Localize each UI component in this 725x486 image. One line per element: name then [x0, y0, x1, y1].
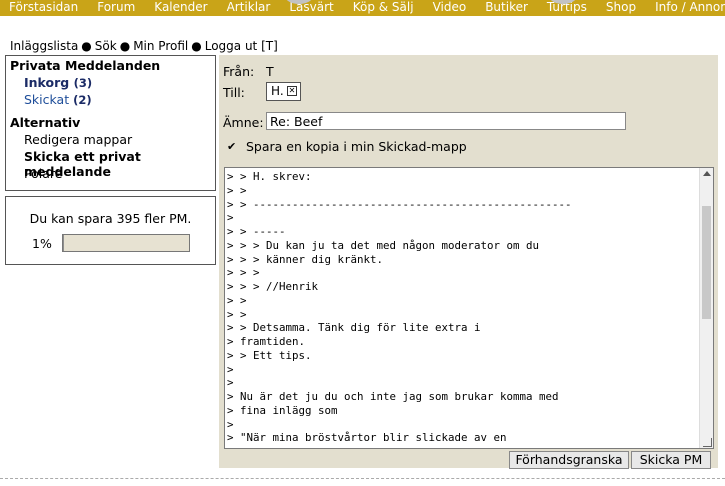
- posts-link[interactable]: Inläggslista: [10, 39, 78, 53]
- send-pm-button[interactable]: Skicka PM: [631, 451, 711, 469]
- nav-item-kalender[interactable]: Kalender: [145, 0, 217, 15]
- user-links: Inläggslista ● Sök ● Min Profil ● Logga ut [T]: [10, 39, 278, 53]
- quota-percent: 1%: [32, 236, 52, 251]
- sidebar-item-friends[interactable]: Polare: [24, 166, 62, 181]
- bullet-icon: ●: [81, 39, 92, 53]
- sidebar-item-inbox[interactable]: Inkorg (3): [24, 75, 92, 90]
- nav-item-artiklar[interactable]: Artiklar: [218, 0, 281, 15]
- subject-input[interactable]: Re: Beef: [266, 112, 626, 130]
- subject-label: Ämne:: [223, 115, 264, 130]
- bullet-icon: ●: [191, 39, 202, 53]
- pm-menu: Privata Meddelanden Inkorg (3) Skickat (…: [5, 55, 216, 191]
- to-label: Till:: [223, 85, 245, 100]
- quota-text: Du kan spara 395 fler PM.: [29, 211, 192, 226]
- footer-divider: [0, 478, 725, 479]
- preview-button[interactable]: Förhandsgranska: [509, 451, 629, 469]
- compose-panel: Från: T Till: H. ✕ Ämne: Re: Beef ✔ Spar…: [219, 55, 718, 469]
- nav-item-info-annonsera[interactable]: Info / Annonsera: [646, 0, 725, 15]
- bullet-icon: ●: [119, 39, 131, 53]
- quota-progress-bar: [62, 234, 190, 252]
- sidebar-item-edit-folders[interactable]: Redigera mappar: [24, 132, 132, 147]
- quota-box: Du kan spara 395 fler PM. 1%: [5, 196, 216, 265]
- remove-recipient-icon[interactable]: ✕: [287, 86, 297, 96]
- recipient-chip[interactable]: H. ✕: [266, 82, 301, 101]
- nav-item-butiker[interactable]: Butiker: [476, 0, 538, 15]
- nav-item-forstasidan[interactable]: Förstasidan: [0, 0, 88, 15]
- profile-link[interactable]: Min Profil: [133, 39, 188, 53]
- recipient-name: H.: [271, 84, 284, 98]
- search-link[interactable]: Sök: [95, 39, 117, 53]
- nav-item-kop-salj[interactable]: Köp & Sälj: [344, 0, 424, 15]
- inbox-label: Inkorg: [24, 75, 70, 90]
- from-value: T: [266, 64, 274, 79]
- scroll-thumb[interactable]: [702, 206, 711, 319]
- message-body-textarea[interactable]: > > H. skrev: > > > > ------------------…: [224, 167, 714, 449]
- sidebar-item-sent[interactable]: Skickat (2): [24, 92, 92, 107]
- save-copy-label[interactable]: Spara en kopia i min Skickad-mapp: [246, 139, 467, 154]
- nav-item-shop[interactable]: Shop: [597, 0, 646, 15]
- inbox-count: (3): [73, 76, 93, 90]
- sent-count: (2): [73, 93, 92, 107]
- pm-heading: Privata Meddelanden: [10, 58, 161, 73]
- from-label: Från:: [223, 64, 255, 79]
- scroll-up-icon[interactable]: [703, 171, 711, 176]
- message-body-text: > > H. skrev: > > > > ------------------…: [227, 170, 572, 445]
- quota-progress-fill: [63, 235, 65, 251]
- logout-link[interactable]: Logga ut [T]: [205, 39, 278, 53]
- save-copy-checkbox[interactable]: ✔: [227, 141, 238, 152]
- resize-grip-icon[interactable]: [703, 438, 712, 447]
- nav-item-video[interactable]: Video: [424, 0, 477, 15]
- top-navigation: Förstasidan Forum Kalender Artiklar Läsv…: [0, 0, 725, 16]
- nav-item-forum[interactable]: Forum: [88, 0, 145, 15]
- sent-label: Skickat: [24, 92, 70, 107]
- alternatives-heading: Alternativ: [10, 115, 81, 130]
- message-scrollbar[interactable]: [699, 168, 713, 448]
